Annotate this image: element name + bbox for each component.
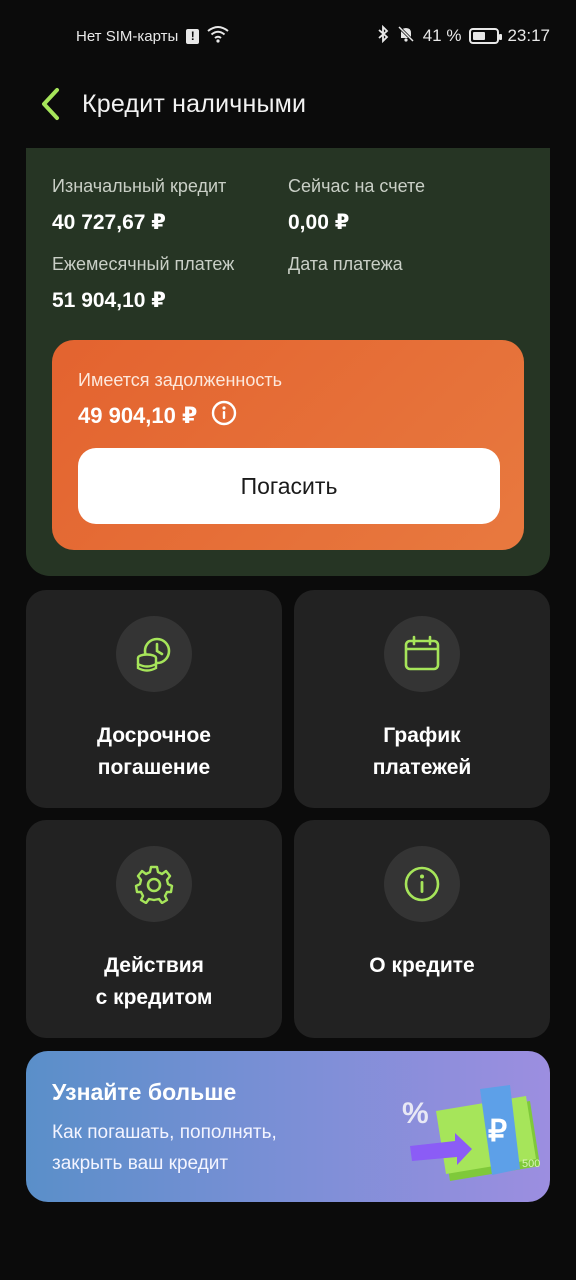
info-circle-icon[interactable] (211, 400, 237, 431)
initial-credit-value: 40 727,67 ₽ (52, 211, 166, 234)
status-left: Нет SIM-карты ! (76, 25, 229, 47)
page-title: Кредит наличными (82, 89, 307, 118)
back-button[interactable] (30, 84, 70, 124)
tile-early-repayment[interactable]: Досрочное погашение (26, 590, 282, 808)
sim-status-text: Нет SIM-карты (76, 27, 179, 45)
tile-label-line: с кредитом (95, 986, 213, 1009)
svg-text:₽: ₽ (488, 1115, 507, 1148)
tile-label-line: Досрочное (97, 724, 211, 747)
tile-credit-actions[interactable]: Действия с кредитом (26, 820, 282, 1038)
info-icon (384, 846, 460, 922)
tile-about-credit[interactable]: О кредите (294, 820, 550, 1038)
balance-label: Сейчас на счете (288, 176, 426, 196)
credit-summary-card: Изначальный кредит 40 727,67 ₽ Сейчас на… (26, 148, 550, 576)
promo-title: Узнайте больше (52, 1079, 237, 1105)
tile-label: О кредите (304, 950, 540, 982)
app-header: Кредит наличными (0, 72, 576, 136)
monthly-payment-value: 51 904,10 ₽ (52, 289, 166, 312)
status-bar: Нет SIM-карты ! 41 % 23:17 (0, 0, 576, 72)
bluetooth-icon (377, 24, 389, 48)
promo-text-line: закрыть ваш кредит (52, 1153, 229, 1174)
tile-label-line: платежей (372, 756, 472, 779)
monthly-payment-label: Ежемесячный платеж (52, 254, 235, 274)
tile-label: Досрочное погашение (36, 720, 272, 784)
svg-text:%: % (402, 1097, 429, 1130)
tile-label: Действия с кредитом (36, 950, 272, 1014)
balance-value: 0,00 ₽ (288, 211, 350, 234)
debt-amount: 49 904,10 ₽ (78, 402, 198, 428)
calendar-icon (384, 616, 460, 692)
coins-clock-icon (116, 616, 192, 692)
money-stack-illustration: ₽ 500 % (400, 1071, 550, 1191)
tile-label: График платежей (304, 720, 540, 784)
tile-label-line: График (383, 724, 461, 747)
payment-date-label: Дата платежа (288, 254, 403, 274)
svg-text:500: 500 (522, 1158, 540, 1170)
initial-credit-label: Изначальный кредит (52, 176, 227, 196)
battery-icon (469, 28, 503, 44)
pay-off-button[interactable]: Погасить (78, 448, 500, 524)
wifi-icon (207, 25, 229, 47)
learn-more-banner[interactable]: Узнайте больше Как погашать, пополнять, … (26, 1051, 550, 1202)
debt-amount-row: 49 904,10 ₽ (78, 400, 237, 431)
tile-label-line: О кредите (369, 954, 475, 977)
debt-alert-box: Имеется задолженность 49 904,10 ₽ Погаси… (52, 340, 524, 550)
tile-label-line: Действия (104, 954, 204, 977)
clock-time: 23:17 (507, 26, 550, 45)
promo-text: Как погашать, пополнять, закрыть ваш кре… (52, 1117, 352, 1179)
tile-payment-schedule[interactable]: График платежей (294, 590, 550, 808)
status-right: 41 % 23:17 (377, 24, 550, 48)
bell-muted-icon (397, 25, 415, 48)
sim-alert-icon: ! (186, 28, 200, 44)
battery-percent: 41 % (422, 26, 462, 45)
tile-label-line: погашение (97, 756, 211, 779)
debt-label: Имеется задолженность (78, 370, 282, 390)
promo-text-line: Как погашать, пополнять, (52, 1122, 277, 1143)
gear-icon (116, 846, 192, 922)
chevron-left-icon (42, 88, 59, 120)
